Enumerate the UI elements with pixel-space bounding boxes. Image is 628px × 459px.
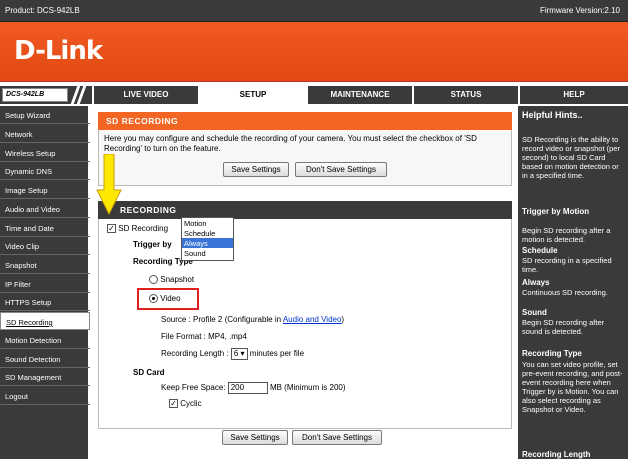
audio-video-link[interactable]: Audio and Video: [283, 315, 342, 324]
hints-sound-head: Sound: [522, 308, 547, 317]
keep-free-label: Keep Free Space:: [161, 383, 226, 393]
trigger-dropdown[interactable]: Motion Schedule Always Sound: [181, 217, 234, 261]
hints-schedule-text: SD recording in a specified time.: [522, 256, 612, 274]
hints-rectype-head: Recording Type: [522, 349, 582, 358]
snapshot-label: Snapshot: [160, 275, 195, 284]
cyclic-checkbox[interactable]: ✓: [169, 399, 178, 409]
sidebar-item-snapshot[interactable]: Snapshot: [0, 256, 90, 274]
snapshot-radio[interactable]: [149, 275, 158, 285]
tab-setup[interactable]: SETUP: [198, 86, 306, 104]
video-option[interactable]: Video: [149, 294, 181, 304]
hints-intro: SD Recording is the ability to record vi…: [522, 135, 620, 180]
sd-card-label: SD Card: [133, 368, 165, 377]
sidebar-item-ip-filter[interactable]: IP Filter: [0, 275, 90, 293]
sd-recording-panel: Here you may configure and schedule the …: [98, 130, 512, 186]
hints-sound-text: Begin SD recording after sound is detect…: [522, 318, 605, 336]
trigger-option-always[interactable]: Always: [182, 238, 233, 248]
brand-banner: D-Link: [0, 22, 628, 82]
hints-reclen-head: Recording Length: [522, 450, 591, 459]
sidebar-item-dynamic-dns[interactable]: Dynamic DNS: [0, 162, 90, 180]
source-end: ): [341, 315, 345, 324]
sidebar-item-sd-recording[interactable]: SD Recording: [0, 312, 90, 330]
sidebar-item-network[interactable]: Network: [0, 125, 90, 143]
hints-trigger-head: Trigger by Motion: [522, 207, 590, 216]
sd-recording-checkbox-row: ✓ SD Recording: [107, 224, 169, 234]
firmware-label: Firmware Version:2.10: [539, 6, 620, 15]
sidebar-item-sd-management[interactable]: SD Management: [0, 368, 90, 386]
dont-save-settings-button-bottom[interactable]: Don't Save Settings: [292, 430, 382, 445]
sd-recording-checkbox[interactable]: ✓: [107, 224, 116, 234]
hints-title: Helpful Hints..: [522, 110, 583, 120]
tab-help[interactable]: HELP: [518, 86, 628, 104]
chevron-down-icon: ▾: [240, 349, 245, 358]
model-badge: DCS-942LB: [2, 88, 68, 102]
top-bar: Product: DCS-942LB Firmware Version:2.10: [0, 0, 628, 22]
keep-free-unit: MB (Minimum is 200): [269, 383, 346, 393]
sidebar-item-setup-wizard[interactable]: Setup Wizard: [0, 106, 90, 124]
sidebar-item-video-clip[interactable]: Video Clip: [0, 237, 90, 255]
video-label: Video: [160, 294, 181, 303]
tab-live-video[interactable]: LIVE VIDEO: [92, 86, 198, 104]
main-nav: DCS-942LB LIVE VIDEO SETUP MAINTENANCE S…: [0, 86, 628, 104]
hints-schedule-head: Schedule: [522, 246, 558, 255]
hints-always-head: Always: [522, 278, 550, 287]
sidebar-item-https-setup[interactable]: HTTPS Setup: [0, 293, 90, 311]
trigger-by-label: Trigger by: [133, 240, 172, 249]
dlink-logo: D-Link: [14, 36, 103, 66]
sd-recording-header: SD RECORDING: [98, 112, 512, 130]
trigger-option-sound[interactable]: Sound: [182, 248, 233, 258]
cyclic-label: Cyclic: [180, 399, 202, 408]
recording-length-unit: minutes per file: [249, 349, 305, 359]
sd-recording-label: SD Recording: [118, 224, 169, 233]
sidebar-item-sound-detection[interactable]: Sound Detection: [0, 350, 90, 368]
keep-free-input[interactable]: 200: [227, 382, 268, 394]
trigger-option-motion[interactable]: Motion: [182, 218, 233, 228]
video-radio[interactable]: [149, 294, 158, 304]
recording-length-label: Recording Length :: [161, 349, 229, 359]
save-settings-button-bottom[interactable]: Save Settings: [222, 430, 288, 445]
main-content: SD RECORDING Here you may configure and …: [92, 106, 518, 459]
sd-recording-description: Here you may configure and schedule the …: [104, 134, 477, 153]
recording-header: RECORDING: [98, 201, 512, 219]
sidebar-item-audio-video[interactable]: Audio and Video: [0, 200, 90, 218]
trigger-option-schedule[interactable]: Schedule: [182, 228, 233, 238]
sidebar: Setup Wizard Network Wireless Setup Dyna…: [0, 106, 90, 459]
save-settings-button[interactable]: Save Settings: [223, 162, 289, 177]
hints-always-text: Continuous SD recording.: [522, 288, 608, 297]
sidebar-item-logout[interactable]: Logout: [0, 387, 90, 405]
sidebar-item-wireless-setup[interactable]: Wireless Setup: [0, 144, 90, 162]
recording-length-row: Recording Length : 6 ▾ minutes per file: [161, 348, 304, 360]
recording-length-value: 6: [233, 349, 239, 358]
sidebar-item-image-setup[interactable]: Image Setup: [0, 181, 90, 199]
sidebar-item-motion-detection[interactable]: Motion Detection: [0, 331, 90, 349]
tab-maintenance[interactable]: MAINTENANCE: [306, 86, 412, 104]
helpful-hints-panel: Helpful Hints.. SD Recording is the abil…: [518, 106, 628, 459]
snapshot-option[interactable]: Snapshot: [149, 275, 195, 285]
recording-length-select[interactable]: 6 ▾: [230, 348, 248, 360]
cyclic-row: ✓ Cyclic: [169, 399, 202, 409]
sidebar-item-time-date[interactable]: Time and Date: [0, 219, 90, 237]
source-row: Source : Profile 2 (Configurable in Audi…: [161, 315, 344, 324]
file-format-label: File Format : MP4, .mp4: [161, 332, 247, 341]
hints-rectype-text: You can set video profile, set pre-event…: [522, 360, 623, 414]
recording-panel: ✓ SD Recording Trigger by Recording Type…: [98, 219, 512, 429]
hints-trigger-motion: Begin SD recording after a motion is det…: [522, 226, 611, 244]
arrow-down-icon: [96, 154, 122, 216]
source-label: Source : Profile 2 (Configurable in: [161, 315, 283, 324]
dont-save-settings-button[interactable]: Don't Save Settings: [295, 162, 387, 177]
tab-status[interactable]: STATUS: [412, 86, 518, 104]
product-label: Product: DCS-942LB: [5, 6, 80, 15]
keep-free-row: Keep Free Space: 200 MB (Minimum is 200): [161, 382, 346, 394]
